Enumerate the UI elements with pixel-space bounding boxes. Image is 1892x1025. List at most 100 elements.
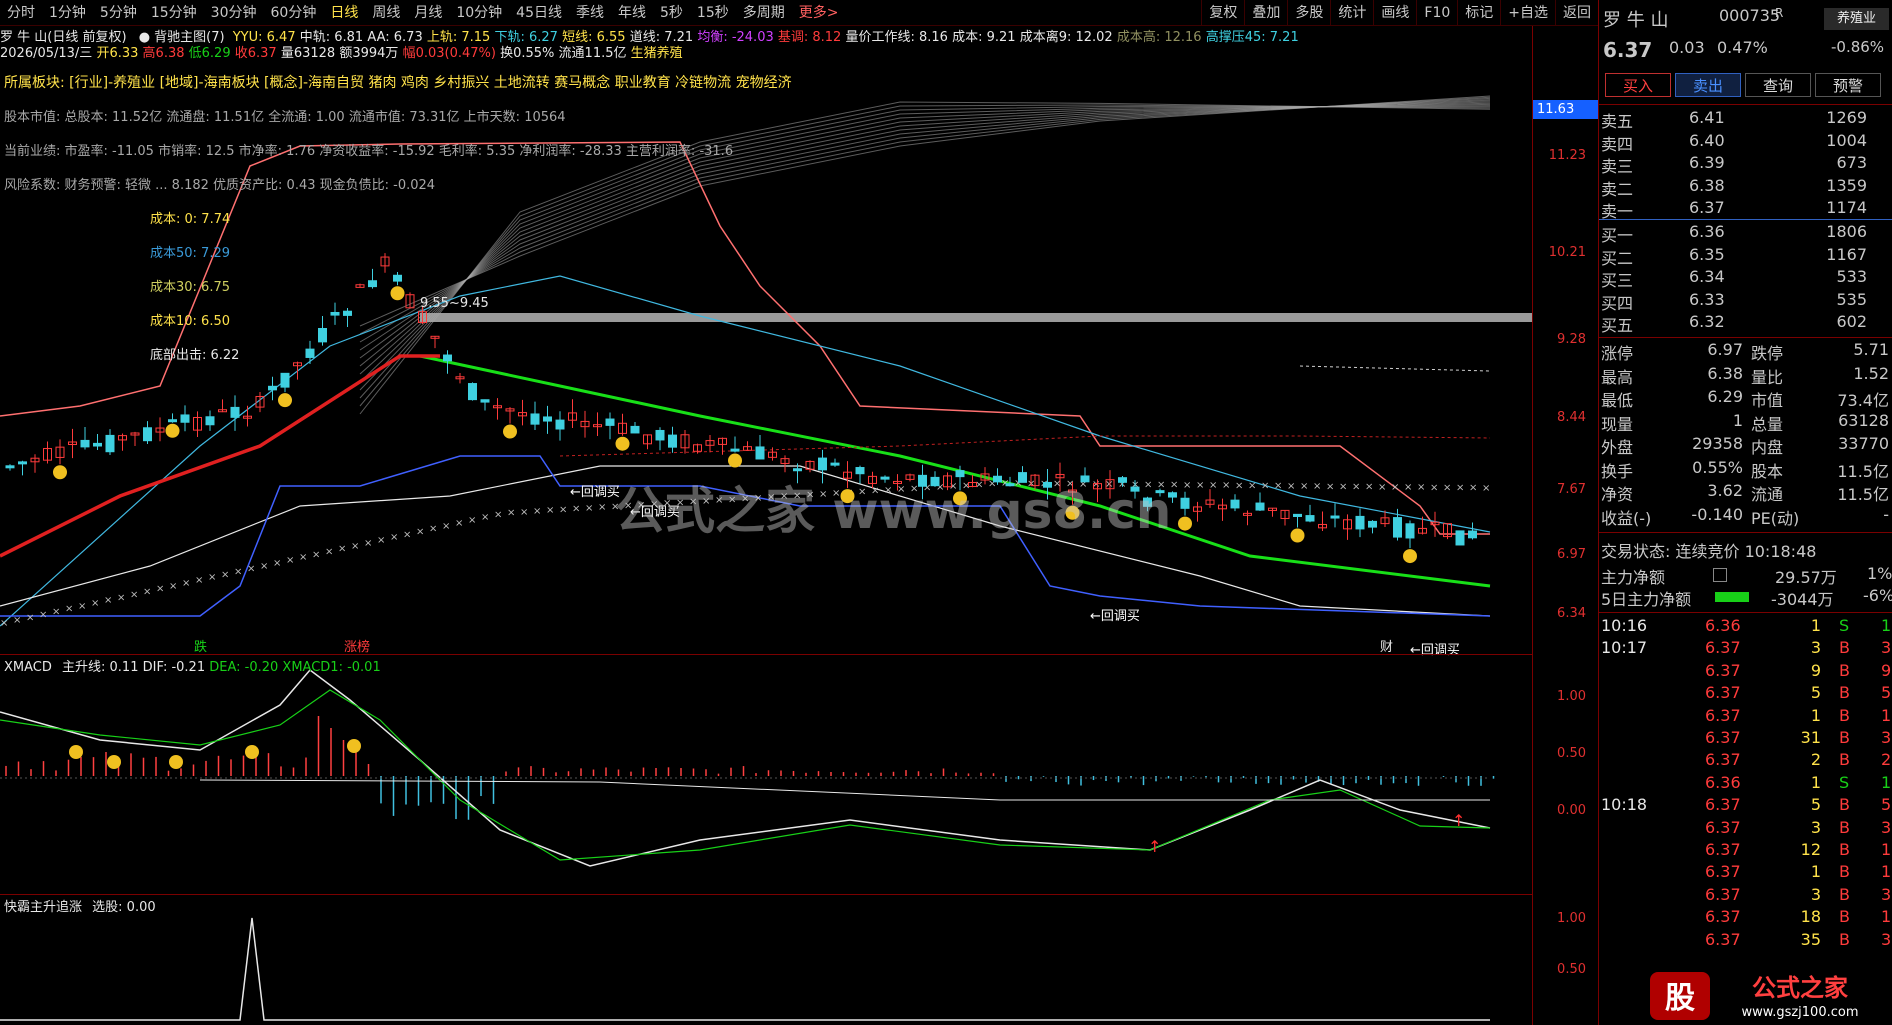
- y-tick: 8.44: [1557, 410, 1586, 425]
- cross-mark: ×: [884, 485, 892, 496]
- period-tab[interactable]: 季线: [569, 0, 611, 26]
- candle-body: [5, 465, 15, 469]
- signal-coin: [840, 489, 855, 504]
- cross-mark: ×: [377, 535, 385, 546]
- cross-mark: ×: [832, 488, 840, 499]
- cross-mark: ×: [1378, 482, 1386, 493]
- period-tab[interactable]: 月线: [407, 0, 449, 26]
- candle-body: [393, 274, 402, 282]
- quote-panel: 罗 牛 山 000735 R 养殖业 6.37 0.03 0.47% -0.86…: [1598, 0, 1892, 1025]
- macd-coin: [245, 745, 259, 759]
- period-tab[interactable]: 年线: [611, 0, 653, 26]
- period-tab[interactable]: 周线: [365, 0, 407, 26]
- cross-mark: ×: [364, 538, 372, 549]
- chart-area[interactable]: × × × × × × × × × × × × × × × × × × × × × × × × × × × × × × × × × × × × × × × ×…: [0, 26, 1599, 1025]
- period-tab[interactable]: 45日线: [509, 0, 569, 26]
- limitup-label: 涨榜: [344, 640, 371, 655]
- candle-body: [330, 311, 340, 316]
- cross-mark: ×: [819, 489, 827, 500]
- cross-mark: ×: [351, 541, 359, 552]
- cross-mark: ×: [104, 595, 112, 606]
- tick-row: 6.3718B18: [1705, 907, 1892, 927]
- cross-mark: ×: [1183, 480, 1191, 491]
- candle-body: [1468, 530, 1477, 539]
- pane-separator-2: [0, 894, 1532, 895]
- cross-mark: ×: [1391, 482, 1399, 493]
- site-logo: 股 公式之家 www.gszj100.com: [1650, 972, 1859, 1020]
- toolbar-button[interactable]: 返回: [1555, 0, 1598, 26]
- period-tab[interactable]: 10分钟: [449, 0, 509, 26]
- toolbar-button[interactable]: 复权: [1201, 0, 1244, 26]
- cross-mark: ×: [286, 555, 294, 566]
- sector-pct: -0.86%: [1831, 38, 1885, 56]
- cross-mark: ×: [494, 509, 502, 520]
- cross-mark: ×: [325, 547, 333, 558]
- candle-body: [1130, 486, 1140, 492]
- toolbar-button[interactable]: 统计: [1330, 0, 1373, 26]
- cross-mark: ×: [442, 521, 450, 532]
- candle-body: [268, 385, 277, 391]
- pink-line: [0, 141, 1490, 535]
- period-tab[interactable]: 5秒: [653, 0, 690, 26]
- period-tab[interactable]: 分时: [0, 0, 42, 26]
- svg-text:公式之家: 公式之家: [1752, 974, 1848, 1002]
- toolbar-button[interactable]: F10: [1416, 0, 1457, 26]
- cross-mark: ×: [962, 480, 970, 491]
- cross-mark: ×: [559, 504, 567, 515]
- period-tab[interactable]: 15分钟: [144, 0, 204, 26]
- fall-label: 跌: [194, 640, 208, 655]
- query-button[interactable]: 查询: [1745, 73, 1811, 97]
- period-tab[interactable]: 日线: [323, 0, 365, 26]
- period-tab[interactable]: 30分钟: [204, 0, 264, 26]
- trade-state: 交易状态: 连续竞价 10:18:48: [1601, 542, 1817, 561]
- order-row: 买二 6.35 1167: [1601, 244, 1867, 268]
- cross-mark: ×: [754, 493, 762, 504]
- dif-line: [0, 668, 1491, 867]
- candle-body: [443, 354, 452, 362]
- cross-mark: ×: [208, 572, 216, 583]
- callback-label: ←回调买: [630, 505, 680, 520]
- period-tab[interactable]: 更多>: [792, 0, 846, 26]
- quote-pct: 0.47%: [1717, 38, 1768, 57]
- net5-bar: [1715, 592, 1749, 602]
- signal-coin: [390, 286, 405, 301]
- green-line: [419, 354, 1491, 588]
- period-tab[interactable]: 多周期: [736, 0, 792, 26]
- cross-mark: ×: [1352, 482, 1360, 493]
- cross-mark: ×: [611, 501, 619, 512]
- candle-body: [730, 448, 740, 452]
- cross-mark: ×: [221, 569, 229, 580]
- stat-row: 现量 1 总量 63128: [1601, 410, 1889, 434]
- callback-label: ←回调买: [1090, 609, 1140, 624]
- risk-info: 风险系数: 财务预警: 轻微 ... 8.182 优质资产比: 0.43 现金负…: [4, 178, 436, 193]
- toolbar-button[interactable]: 标记: [1457, 0, 1500, 26]
- cross-mark: ×: [130, 589, 138, 600]
- period-tab[interactable]: 5分钟: [93, 0, 144, 26]
- sector-tag[interactable]: 养殖业: [1824, 8, 1889, 30]
- tick-row: 6.37 3 B 3: [1705, 817, 1892, 837]
- buy-button[interactable]: 买入: [1605, 73, 1671, 97]
- candle-body: [1330, 515, 1340, 519]
- sell-button[interactable]: 卖出: [1675, 73, 1741, 97]
- period-tab[interactable]: 1分钟: [42, 0, 93, 26]
- toolbar-button[interactable]: 叠加: [1244, 0, 1287, 26]
- cross-mark: ×: [169, 581, 177, 592]
- price-axis: 11.63 11.23 10.21 9.28 8.44 7.67 6.97 6.…: [1532, 26, 1599, 1025]
- candle-body: [143, 427, 152, 442]
- toolbar-button[interactable]: 多股: [1287, 0, 1330, 26]
- cross-mark: ×: [1443, 482, 1451, 493]
- alert-button[interactable]: 预警: [1815, 73, 1881, 97]
- period-tab[interactable]: 15秒: [690, 0, 736, 26]
- candle-body: [655, 429, 665, 441]
- candle-body: [1018, 472, 1027, 483]
- toolbar-button[interactable]: 画线: [1373, 0, 1416, 26]
- tick-row: 6.36 1 S 1: [1705, 772, 1892, 792]
- cross-mark: ×: [715, 495, 723, 506]
- toolbar-button[interactable]: +自选: [1500, 0, 1555, 26]
- cross-mark: ×: [1469, 483, 1477, 494]
- signal-coin: [953, 491, 967, 506]
- cross-mark: ×: [1365, 482, 1373, 493]
- period-tab[interactable]: 60分钟: [264, 0, 324, 26]
- candle-body: [855, 467, 865, 475]
- cross-mark: ×: [1430, 482, 1438, 493]
